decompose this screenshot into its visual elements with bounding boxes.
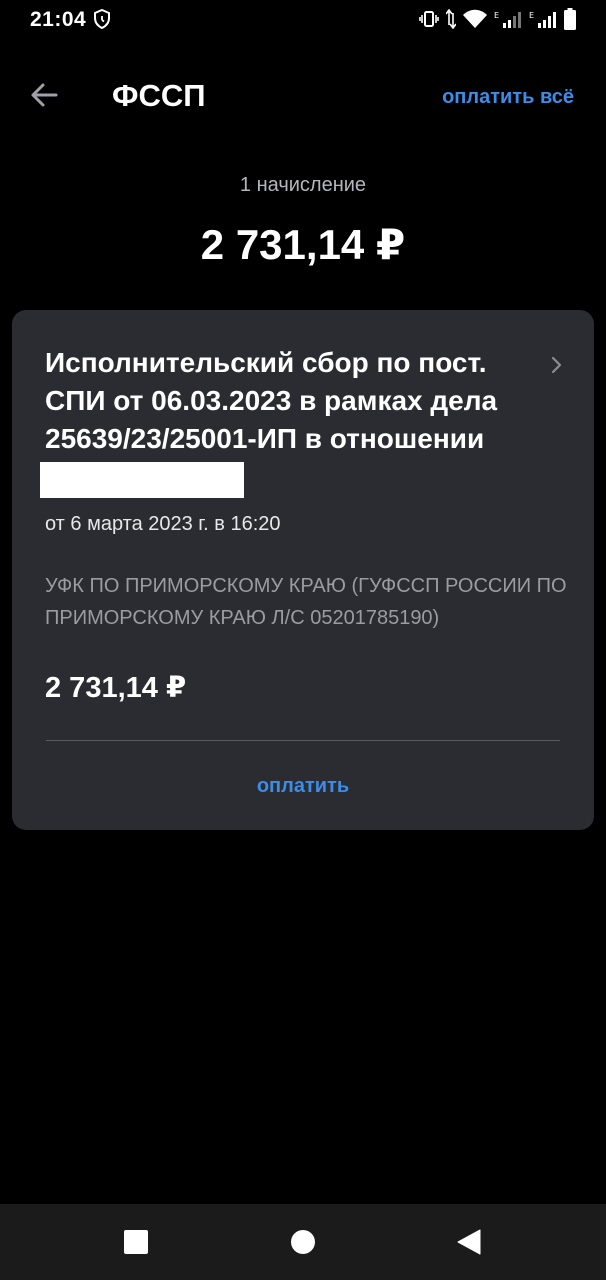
pay-all-button[interactable]: оплатить всё	[442, 86, 574, 109]
recents-button[interactable]	[122, 1228, 150, 1256]
chevron-right-icon	[551, 356, 562, 374]
status-bar: 21:04 E E	[0, 0, 606, 40]
status-icons: E E	[419, 8, 576, 30]
recents-square-icon	[124, 1230, 148, 1254]
total-amount: 2 731,14 ₽	[200, 221, 406, 268]
page-title: ФССП	[112, 78, 206, 113]
back-triangle-icon	[457, 1229, 481, 1255]
data-arrows-icon	[446, 9, 456, 29]
svg-text:E: E	[529, 11, 534, 20]
system-back-button[interactable]	[455, 1228, 483, 1256]
charge-title: Исполнительский сбор по пост. СПИ от 06.…	[45, 347, 498, 454]
charge-amount: 2 731,14 ₽	[45, 672, 187, 704]
shield-icon	[94, 9, 110, 29]
vibrate-icon	[419, 11, 439, 27]
battery-icon	[564, 8, 576, 30]
divider	[46, 740, 560, 741]
home-button[interactable]	[289, 1228, 317, 1256]
status-time: 21:04	[30, 8, 87, 31]
charge-date: от 6 марта 2023 г. в 16:20	[45, 513, 281, 535]
pay-button[interactable]: оплатить	[12, 775, 594, 798]
signal-icon: E	[494, 11, 521, 28]
wifi-icon	[463, 9, 487, 28]
svg-text:E: E	[494, 11, 499, 20]
back-button[interactable]	[26, 78, 66, 112]
arrow-left-icon	[31, 83, 58, 107]
signal-icon: E	[529, 11, 556, 28]
charge-recipient: УФК ПО ПРИМОРСКОМУ КРАЮ (ГУФССП РОССИИ П…	[45, 575, 567, 629]
charge-card[interactable]: Исполнительский сбор по пост. СПИ от 06.…	[12, 310, 594, 830]
redaction-block	[40, 462, 244, 498]
charges-count: 1 начисление	[239, 174, 367, 196]
system-nav-bar	[0, 1204, 606, 1280]
app-bar: ФССП оплатить всё	[0, 60, 606, 130]
home-circle-icon	[291, 1230, 315, 1254]
